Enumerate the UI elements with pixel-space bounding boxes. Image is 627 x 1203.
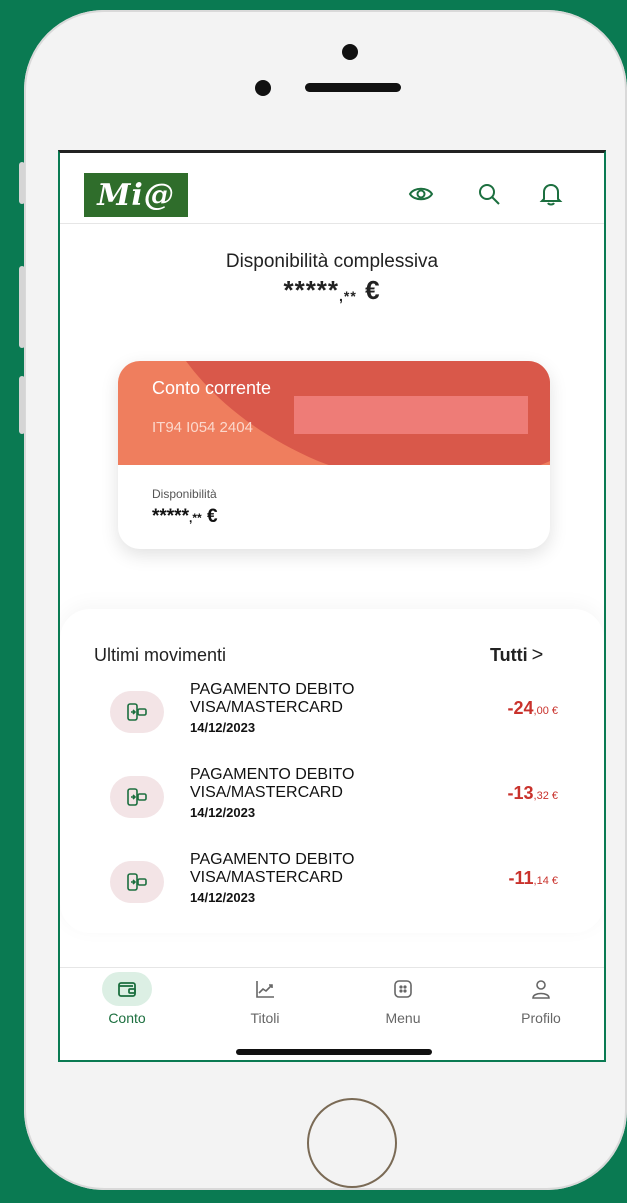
top-bar: Mi@ [60, 153, 604, 224]
movement-description-2: VISA/MASTERCARD [190, 699, 343, 716]
card-header: Conto corrente IT94 I054 2404 [118, 361, 550, 465]
movement-amount-dec: ,14 € [533, 875, 558, 887]
movement-row[interactable]: PAGAMENTO DEBITO VISA/MASTERCARD 14/12/2… [60, 766, 604, 846]
card-available-int: ***** [152, 506, 189, 527]
iban-redaction [294, 396, 528, 434]
movement-row[interactable]: PAGAMENTO DEBITO VISA/MASTERCARD 14/12/2… [60, 681, 604, 761]
movement-amount-int: -13 [507, 783, 534, 803]
card-payment-icon [110, 861, 164, 903]
wallet-icon [102, 972, 152, 1006]
tab-conto[interactable]: Conto [82, 972, 172, 1042]
tab-titoli[interactable]: Titoli [220, 972, 310, 1042]
card-payment-icon [110, 776, 164, 818]
movement-description-2: VISA/MASTERCARD [190, 869, 343, 886]
movement-amount: -13,32 € [508, 783, 558, 804]
see-all-link[interactable]: Tutti > [490, 644, 543, 667]
front-camera [255, 80, 271, 96]
search-icon[interactable] [476, 181, 502, 207]
card-payment-icon [110, 691, 164, 733]
card-title: Conto corrente [152, 378, 272, 398]
movement-description-1: PAGAMENTO DEBITO [190, 851, 355, 868]
movement-date: 14/12/2023 [190, 720, 256, 735]
movement-date: 14/12/2023 [190, 805, 256, 820]
tab-menu[interactable]: Menu [358, 972, 448, 1042]
total-balance-label: Disponibilità complessiva [225, 251, 439, 272]
speaker-grille [305, 83, 401, 92]
tab-label: Conto [108, 1010, 146, 1026]
menu-icon [378, 972, 428, 1006]
movement-amount-int: -11 [508, 868, 534, 888]
movement-date: 14/12/2023 [190, 890, 256, 905]
total-balance-int: ***** [283, 275, 340, 305]
movement-amount: -11,14 € [509, 868, 559, 889]
movement-row[interactable]: PAGAMENTO DEBITO VISA/MASTERCARD 14/12/2… [60, 851, 604, 931]
movement-description-1: PAGAMENTO DEBITO [190, 766, 355, 783]
movement-description-1: PAGAMENTO DEBITO [190, 681, 355, 698]
camera-dot [342, 44, 358, 60]
home-button[interactable] [307, 1098, 397, 1188]
tab-label: Titoli [250, 1010, 280, 1026]
eye-icon[interactable] [408, 181, 434, 207]
card-available-label: Disponibilità [152, 487, 217, 501]
movement-amount-dec: ,32 € [533, 790, 558, 802]
movement-description-2: VISA/MASTERCARD [190, 784, 343, 801]
volume-up-button [19, 266, 25, 348]
chart-icon [240, 972, 290, 1006]
card-available-currency: € [206, 506, 218, 527]
movements-title: Ultimi movimenti [94, 645, 227, 665]
user-icon [516, 972, 566, 1006]
see-all-label: Tutti [490, 645, 528, 665]
movement-amount: -24,00 € [508, 698, 558, 719]
volume-down-button [19, 376, 25, 434]
app-screen: Mi@ Disponibilità complessiva *****,** € [58, 150, 606, 1062]
bell-icon[interactable] [538, 181, 564, 207]
movement-amount-dec: ,00 € [533, 705, 558, 717]
bottom-tab-bar: Conto Titoli Menu Profilo [60, 967, 604, 1060]
app-logo: Mi@ [84, 173, 188, 217]
chevron-right-icon: > [531, 644, 544, 666]
tab-label: Menu [385, 1010, 421, 1026]
total-balance-value: *****,** € [60, 275, 604, 306]
mute-switch [19, 162, 25, 204]
total-balance-currency: € [365, 275, 381, 305]
account-card[interactable]: Conto corrente IT94 I054 2404 Disponibil… [118, 361, 550, 549]
card-available-dec: ,** [188, 511, 202, 525]
home-indicator [236, 1049, 432, 1055]
card-iban: IT94 I054 2404 [152, 419, 253, 436]
tab-label: Profilo [521, 1010, 561, 1026]
tab-profilo[interactable]: Profilo [496, 972, 586, 1042]
movement-amount-int: -24 [507, 698, 534, 718]
total-balance-dec: ,** [339, 288, 357, 304]
card-available-value: *****,** € [152, 506, 218, 528]
